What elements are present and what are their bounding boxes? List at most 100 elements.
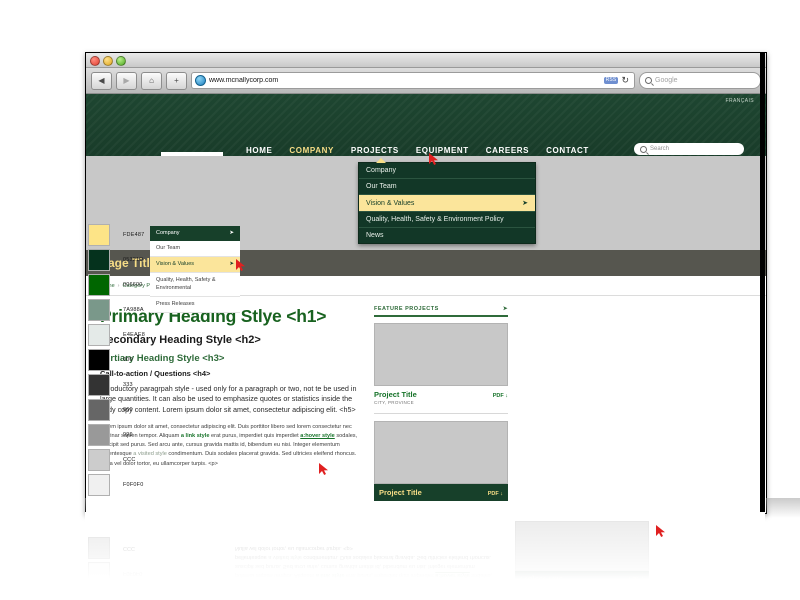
swatch-row: 999 bbox=[88, 422, 248, 447]
swatch-label: F0F0F0 bbox=[123, 481, 144, 488]
swatch-label: 006600 bbox=[123, 281, 143, 288]
sidebar-divider bbox=[374, 413, 508, 414]
dropdown-item-label: Company bbox=[366, 167, 396, 174]
window-right-edge bbox=[760, 52, 765, 512]
dropdown-item-label: Our Team bbox=[366, 183, 397, 190]
site-search-input[interactable]: Search bbox=[634, 143, 744, 155]
company-dropdown-menu: Company Our Team Vision & Values ➤ Quali… bbox=[358, 158, 536, 244]
swatch-label: 999 bbox=[123, 431, 133, 438]
dropdown-item-news[interactable]: News bbox=[359, 228, 535, 243]
forward-button[interactable]: ▶ bbox=[116, 71, 137, 90]
feature-projects-label: FEATURE PROJECTS bbox=[374, 306, 439, 312]
dropdown-item-vision-values[interactable]: Vision & Values ➤ bbox=[359, 195, 535, 212]
dropdown-caret-icon bbox=[376, 158, 386, 163]
side-menu-item-vision-values[interactable]: Vision & Values ➤ bbox=[150, 257, 240, 274]
nav-item-contact[interactable]: CONTACT bbox=[546, 146, 589, 155]
color-swatch bbox=[88, 448, 110, 471]
side-menu-item-label: Press Releases bbox=[156, 300, 195, 307]
dropdown-item-company[interactable]: Company bbox=[359, 163, 535, 179]
url-text: www.mcnallycorp.com bbox=[209, 77, 279, 84]
arrow-right-icon: ➤ bbox=[522, 200, 528, 207]
screenshot-stage: ◀ ▶ ⌂ + www.mcnallycorp.com RSS ↻ Google… bbox=[0, 0, 800, 600]
back-button[interactable]: ◀ bbox=[91, 71, 112, 90]
browser-titlebar[interactable] bbox=[86, 53, 766, 68]
side-menu-item-our-team[interactable]: Our Team bbox=[150, 241, 240, 258]
project-thumbnail-placeholder bbox=[374, 323, 508, 386]
feature-project-card-hover[interactable]: Project Title PDF ↓ bbox=[374, 421, 508, 501]
minimize-window-icon[interactable] bbox=[103, 56, 113, 66]
nav-item-home[interactable]: HOME bbox=[246, 146, 272, 155]
swatch-row: 333 bbox=[88, 372, 248, 397]
search-icon bbox=[645, 77, 652, 84]
dropdown-item-label: Quality, Health, Safety & Environment Po… bbox=[366, 216, 504, 223]
side-menu-sample: Company ➤ Our Team Vision & Values ➤ Qua… bbox=[150, 226, 240, 313]
project-meta-row-hover: Project Title PDF ↓ bbox=[374, 484, 508, 501]
dropdown-item-our-team[interactable]: Our Team bbox=[359, 179, 535, 195]
side-menu-item-qhse[interactable]: Quality, Health, Safety & Environmental bbox=[150, 273, 240, 297]
hover-style-sample[interactable]: a:hover style bbox=[300, 433, 335, 439]
nav-item-equipment[interactable]: EQUIPMENT bbox=[416, 146, 469, 155]
swatch-label: 000 bbox=[123, 356, 133, 363]
color-swatch bbox=[88, 348, 110, 371]
swatch-label: 333 bbox=[123, 381, 133, 388]
color-swatch bbox=[88, 273, 110, 296]
project-location: CITY, PROVINCE bbox=[374, 400, 414, 405]
download-arrow-icon: ↓ bbox=[500, 491, 503, 497]
side-menu-item-label: Company bbox=[156, 230, 180, 236]
swatch-row: 666 bbox=[88, 397, 248, 422]
rss-icon[interactable]: RSS bbox=[603, 77, 619, 84]
add-bookmark-button[interactable]: + bbox=[166, 71, 187, 90]
side-menu-item-press-releases[interactable]: Press Releases bbox=[150, 297, 240, 313]
project-thumbnail-placeholder bbox=[374, 421, 508, 484]
project-title[interactable]: Project Title bbox=[374, 390, 417, 399]
search-icon bbox=[640, 145, 647, 153]
zoom-window-icon[interactable] bbox=[116, 56, 126, 66]
color-swatch bbox=[88, 373, 110, 396]
pdf-download-link[interactable]: PDF ↓ bbox=[488, 491, 503, 497]
address-bar[interactable]: www.mcnallycorp.com RSS ↻ bbox=[191, 72, 635, 89]
color-swatch bbox=[88, 423, 110, 446]
globe-icon bbox=[195, 75, 206, 86]
side-menu-item-company[interactable]: Company ➤ bbox=[150, 226, 240, 242]
sidebar-column: FEATURE PROJECTS ➤ Project Title PDF ↓ C… bbox=[374, 306, 508, 501]
pdf-download-link[interactable]: PDF ↓ bbox=[493, 393, 508, 399]
swatch-row: F0F0F0 bbox=[88, 472, 248, 497]
side-menu-item-label: Our Team bbox=[156, 245, 181, 252]
reload-icon[interactable]: ↻ bbox=[621, 75, 631, 86]
nav-item-careers[interactable]: CAREERS bbox=[486, 146, 529, 155]
swatch-label: E4EAE8 bbox=[123, 331, 145, 338]
language-toggle[interactable]: FRANÇAIS bbox=[726, 98, 754, 104]
project-title[interactable]: Project Title bbox=[379, 488, 422, 497]
browser-toolbar: ◀ ▶ ⌂ + www.mcnallycorp.com RSS ↻ Google bbox=[86, 68, 766, 94]
color-swatch bbox=[88, 298, 110, 321]
dropdown-item-label: News bbox=[366, 232, 384, 239]
swatch-label: FDE487 bbox=[123, 231, 145, 238]
swatch-label: 666 bbox=[123, 406, 133, 413]
dropdown-item-label: Vision & Values bbox=[366, 199, 415, 207]
swatch-label: 05321D bbox=[123, 256, 144, 263]
color-swatch bbox=[88, 223, 110, 246]
dropdown-item-qhse-policy[interactable]: Quality, Health, Safety & Environment Po… bbox=[359, 212, 535, 228]
feature-project-card[interactable]: Project Title PDF ↓ CITY, PROVINCE bbox=[374, 323, 508, 405]
browser-search-input[interactable]: Google bbox=[639, 72, 761, 89]
color-swatch bbox=[88, 323, 110, 346]
swatch-label: CCC bbox=[123, 456, 136, 463]
arrow-right-icon: ➤ bbox=[229, 261, 234, 268]
window-controls[interactable] bbox=[90, 56, 126, 66]
side-menu-item-label: Quality, Health, Safety & Environmental bbox=[156, 277, 216, 291]
nav-item-company[interactable]: COMPANY bbox=[289, 146, 334, 155]
color-swatch bbox=[88, 473, 110, 496]
arrow-right-icon: ➤ bbox=[229, 230, 234, 236]
color-swatch bbox=[88, 398, 110, 421]
main-navigation: HOME COMPANY PROJECTS EQUIPMENT CAREERS … bbox=[246, 146, 589, 155]
feature-projects-heading: FEATURE PROJECTS ➤ bbox=[374, 306, 508, 317]
site-search-placeholder: Search bbox=[650, 146, 670, 152]
download-arrow-icon: ↓ bbox=[505, 393, 508, 399]
side-menu-item-label: Vision & Values bbox=[156, 261, 195, 268]
close-window-icon[interactable] bbox=[90, 56, 100, 66]
pdf-label: PDF bbox=[492, 393, 504, 399]
arrow-right-icon[interactable]: ➤ bbox=[503, 306, 508, 312]
swatch-row: 000 bbox=[88, 347, 248, 372]
home-button[interactable]: ⌂ bbox=[141, 71, 162, 90]
nav-item-projects[interactable]: PROJECTS bbox=[351, 146, 399, 155]
